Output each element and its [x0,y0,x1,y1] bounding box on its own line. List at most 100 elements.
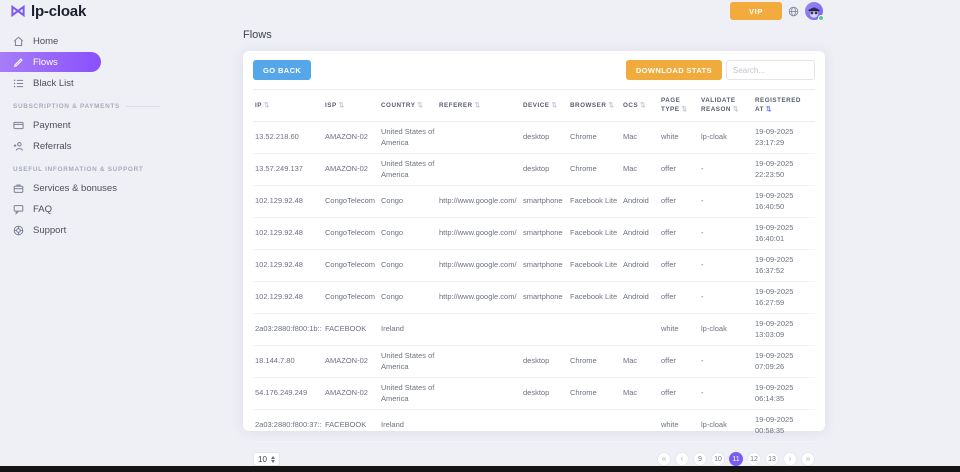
column-header-page-type[interactable]: PAGE TYPE⇅ [659,90,699,122]
cell-ocs: Mac [621,154,659,186]
cell-registered-at: 19-09-2025 07:09:26 [753,346,815,378]
column-header-registered-at[interactable]: REGISTERED AT⇅ [753,90,815,122]
cell-validate-reason: lp-cloak [699,410,753,442]
cell-device: desktop [521,154,568,186]
column-header-referer[interactable]: REFERER⇅ [437,90,521,122]
registered-date: 19-09-2025 [755,383,813,394]
cell-validate-reason: - [699,378,753,410]
cell-referer [437,378,521,410]
registered-date: 19-09-2025 [755,191,813,202]
sidebar-item-referrals[interactable]: Referrals [0,136,232,156]
column-header-isp[interactable]: ISP⇅ [323,90,379,122]
column-label: REFERER [439,102,473,109]
download-stats-button[interactable]: DOWNLOAD STATS [626,60,722,80]
next-page-button[interactable]: › [783,452,797,466]
home-icon [13,36,24,47]
sidebar-item-services[interactable]: Services & bonuses [0,178,232,198]
page-title: Flows [243,29,825,41]
cell-browser: Facebook Lite [568,186,621,218]
cell-page-type: offer [659,250,699,282]
page-button-12[interactable]: 12 [747,452,761,466]
sort-icon: ⇅ [417,102,423,109]
table-row: 102.129.92.48 CongoTelecom Congo http://… [253,218,815,250]
online-status-dot [818,15,824,21]
column-header-validate-reason[interactable]: VALIDATE REASON⇅ [699,90,753,122]
app-root: ⋈ lp-cloak VIP [0,0,960,472]
sidebar-item-payment[interactable]: Payment [0,115,232,135]
cell-isp: FACEBOOK [323,314,379,346]
page-button-13[interactable]: 13 [765,452,779,466]
sidebar-item-black-list[interactable]: Black List [0,73,232,93]
column-header-browser[interactable]: BROWSER⇅ [568,90,621,122]
column-label: BROWSER [570,102,606,109]
cell-registered-at: 19-09-2025 00:58:35 [753,410,815,442]
column-header-ocs[interactable]: OCS⇅ [621,90,659,122]
cell-country: Congo [379,282,437,314]
column-header-device[interactable]: DEVICE⇅ [521,90,568,122]
search-input[interactable] [726,60,815,80]
sidebar-item-home[interactable]: Home [0,31,232,51]
cell-ocs [621,410,659,442]
cell-device: smartphone [521,218,568,250]
registered-time: 13:03:09 [755,330,813,341]
vip-button[interactable]: VIP [730,2,782,20]
page-button-10[interactable]: 10 [711,452,725,466]
card-toolbar: GO BACK DOWNLOAD STATS [253,60,815,80]
cell-browser: Chrome [568,154,621,186]
cell-isp: CongoTelecom [323,250,379,282]
column-header-ip[interactable]: IP⇅ [253,90,323,122]
column-header-country[interactable]: COUNTRY⇅ [379,90,437,122]
cell-browser [568,314,621,346]
sort-icon: ⇅ [475,102,481,109]
sidebar-item-flows[interactable]: Flows [0,52,101,72]
cell-device: desktop [521,378,568,410]
cell-page-type: white [659,410,699,442]
first-page-button[interactable]: « [657,452,671,466]
page-button-11-active[interactable]: 11 [729,452,743,466]
avatar[interactable] [805,2,823,20]
language-globe-icon[interactable] [788,6,799,17]
column-label: DEVICE [523,102,549,109]
sidebar-section-support: USEFUL INFORMATION & SUPPORT [13,166,232,173]
cell-isp: CongoTelecom [323,282,379,314]
logo[interactable]: ⋈ lp-cloak [10,3,86,20]
bottom-bar [0,466,960,472]
pen-flows-icon [13,57,24,68]
go-back-button[interactable]: GO BACK [253,60,311,80]
briefcase-icon [13,183,24,194]
cell-device [521,314,568,346]
sidebar-item-label: Payment [33,120,71,131]
cell-ip: 2a03:2880:f800:1b:: [253,314,323,346]
cell-country: United States of America [379,122,437,154]
cell-country: United States of America [379,346,437,378]
cell-page-type: offer [659,378,699,410]
cell-registered-at: 19-09-2025 16:40:50 [753,186,815,218]
cell-page-type: offer [659,186,699,218]
registered-time: 07:09:26 [755,362,813,373]
cell-device: desktop [521,346,568,378]
sort-icon: ⇅ [681,106,687,113]
table-row: 13.52.218.60 AMAZON-02 United States of … [253,122,815,154]
sidebar-item-faq[interactable]: FAQ [0,199,232,219]
page-button-9[interactable]: 9 [693,452,707,466]
cell-ocs: Android [621,282,659,314]
cell-ip: 13.57.249.137 [253,154,323,186]
cell-validate-reason: lp-cloak [699,122,753,154]
sort-icon: ⇅ [640,102,646,109]
prev-page-button[interactable]: ‹ [675,452,689,466]
cell-device [521,410,568,442]
sidebar-item-label: Support [33,225,66,236]
column-label: VALIDATE REASON [701,97,736,113]
sidebar-item-support[interactable]: Support [0,220,232,240]
sort-icon: ⇅ [551,102,557,109]
last-page-button[interactable]: » [801,452,815,466]
cell-ocs: Android [621,186,659,218]
cell-ocs: Mac [621,122,659,154]
per-page-select[interactable]: 10 [253,452,280,466]
cell-page-type: white [659,314,699,346]
cell-validate-reason: - [699,346,753,378]
cell-ip: 18.144.7.80 [253,346,323,378]
registered-date: 19-09-2025 [755,255,813,266]
cell-validate-reason: lp-cloak [699,314,753,346]
cell-country: Congo [379,250,437,282]
